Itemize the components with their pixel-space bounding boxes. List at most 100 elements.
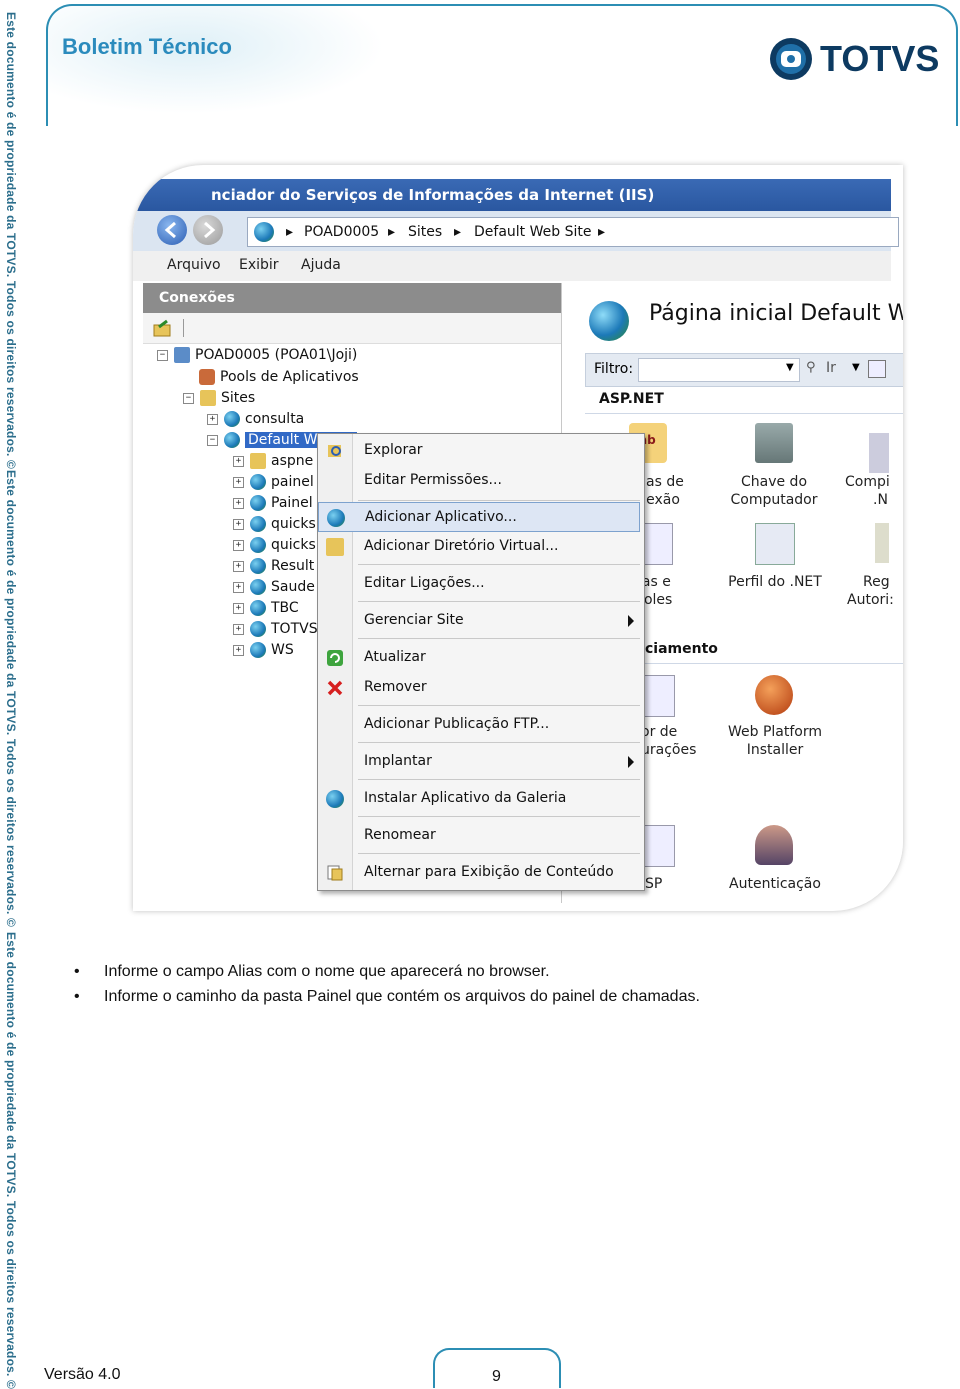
menu-item-gerenciar-site[interactable]: Gerenciar Site <box>318 606 638 636</box>
expand-icon[interactable]: + <box>233 539 244 551</box>
section-divider <box>645 663 903 664</box>
go-dropdown-icon[interactable]: ▼ <box>852 362 860 373</box>
menu-item-editar-ligacoes[interactable]: Editar Ligações... <box>318 569 638 599</box>
menu-item-label: Renomear <box>364 827 436 843</box>
tree-site-consulta[interactable]: + consulta <box>207 409 304 429</box>
breadcrumb-server[interactable]: POAD0005 <box>304 218 379 246</box>
feature-label: Installer <box>746 742 804 758</box>
menu-item-editar-permissoes[interactable]: Editar Permissões... <box>318 466 638 496</box>
tree-child[interactable]: + TBC <box>233 598 299 618</box>
breadcrumb-separator-icon: ▸ <box>598 224 606 240</box>
expand-icon[interactable]: + <box>233 476 244 488</box>
menu-ajuda[interactable]: Ajuda <box>301 257 341 273</box>
menu-item-remover[interactable]: Remover <box>318 673 638 703</box>
menu-item-adicionar-ftp[interactable]: Adicionar Publicação FTP... <box>318 710 638 740</box>
tree-child-label: WS <box>271 642 294 658</box>
show-all-icon[interactable] <box>868 360 886 378</box>
go-button[interactable]: Ir <box>826 360 836 376</box>
menu-item-alternar-conteudo[interactable]: Alternar para Exibição de Conteúdo <box>318 858 638 888</box>
section-divider <box>585 413 903 414</box>
instructions-list: Informe o campo Alias com o nome que apa… <box>70 962 700 1012</box>
menu-separator <box>358 638 640 639</box>
tree-child[interactable]: + aspne <box>233 451 313 471</box>
breadcrumb-sites[interactable]: Sites <box>408 218 442 246</box>
feature-config-editor[interactable]: or de urações <box>641 723 701 759</box>
tree-sites[interactable]: − Sites <box>183 388 255 408</box>
dropdown-arrow-icon[interactable]: ▼ <box>786 362 794 373</box>
side-watermark: Este documento é de propriedade da TOTVS… <box>4 470 18 928</box>
tree-child[interactable]: + Saude <box>233 577 315 597</box>
tree-child[interactable]: + Painel <box>233 493 313 513</box>
tree-child[interactable]: + quicks <box>233 535 316 555</box>
menu-bar: Arquivo Exibir Ajuda <box>133 251 891 281</box>
menu-exibir[interactable]: Exibir <box>239 257 279 273</box>
application-icon <box>250 642 266 658</box>
expand-icon[interactable]: + <box>233 518 244 530</box>
menu-item-instalar-galeria[interactable]: Instalar Aplicativo da Galeria <box>318 784 638 814</box>
back-button[interactable] <box>157 215 187 245</box>
compilation-icon[interactable] <box>869 433 889 473</box>
menu-item-adicionar-aplicativo[interactable]: Adicionar Aplicativo... <box>318 502 640 532</box>
totvs-logo: TOTVS <box>768 36 939 84</box>
filter-input[interactable] <box>638 358 800 382</box>
feature-machine-key[interactable]: Chave do Computador <box>719 473 829 509</box>
expand-icon[interactable]: + <box>233 602 244 614</box>
tree-app-pools[interactable]: Pools de Aplicativos <box>199 367 359 387</box>
authentication-icon[interactable] <box>755 825 793 865</box>
feature-asp[interactable]: SP <box>645 875 675 893</box>
globe-icon <box>254 222 274 242</box>
section-aspnet: ASP.NET <box>599 391 664 407</box>
tree-child[interactable]: + quicks <box>233 514 316 534</box>
menu-item-adicionar-diretorio-virtual[interactable]: Adicionar Diretório Virtual... <box>318 532 638 562</box>
feature-authentication[interactable]: Autenticação <box>715 875 835 893</box>
menu-item-implantar[interactable]: Implantar <box>318 747 638 777</box>
expand-icon[interactable]: + <box>233 581 244 593</box>
feature-web-platform-installer[interactable]: Web Platform Installer <box>715 723 835 759</box>
feature-label: Compi <box>845 474 890 490</box>
tree-child[interactable]: + Result <box>233 556 314 576</box>
side-watermark: Este documento é de propriedade da TOTVS… <box>4 12 18 470</box>
menu-item-explorar[interactable]: Explorar <box>318 436 638 466</box>
window-title: nciador do Serviços de Informações da In… <box>133 179 891 211</box>
feature-authorization-rules[interactable]: Reg Autori: <box>847 573 903 609</box>
expand-icon[interactable]: + <box>207 413 218 425</box>
tree-child[interactable]: + TOTVS <box>233 619 318 639</box>
collapse-icon[interactable]: − <box>207 434 218 446</box>
tree-child[interactable]: + painel <box>233 472 314 492</box>
navigation-bar: ▸ POAD0005 ▸ Sites ▸ Default Web Site ▸ <box>133 211 899 251</box>
net-profile-icon[interactable] <box>755 523 795 565</box>
address-bar[interactable]: ▸ POAD0005 ▸ Sites ▸ Default Web Site ▸ <box>247 217 899 247</box>
application-icon <box>250 474 266 490</box>
expand-icon[interactable]: + <box>233 560 244 572</box>
collapse-icon[interactable]: − <box>183 392 194 404</box>
sites-folder-icon <box>200 390 216 406</box>
expand-icon[interactable]: + <box>233 623 244 635</box>
menu-item-atualizar[interactable]: Atualizar <box>318 643 638 673</box>
expand-icon[interactable]: + <box>233 455 244 467</box>
expand-icon[interactable]: + <box>233 497 244 509</box>
connect-icon[interactable] <box>153 319 173 337</box>
feature-label: SP <box>645 876 663 892</box>
feature-compilation[interactable]: Compi .N <box>845 473 903 509</box>
menu-separator <box>358 853 640 854</box>
explore-icon <box>328 445 341 457</box>
authorization-rules-icon[interactable] <box>875 523 889 563</box>
tree-child[interactable]: + WS <box>233 640 294 660</box>
menu-item-renomear[interactable]: Renomear <box>318 821 638 851</box>
breadcrumb-site[interactable]: Default Web Site <box>474 218 591 246</box>
tree-child-label: Saude <box>271 579 315 595</box>
folder-icon <box>250 453 266 469</box>
feature-net-profile[interactable]: Perfil do .NET <box>715 573 835 591</box>
collapse-icon[interactable]: − <box>157 349 168 361</box>
web-platform-installer-icon[interactable] <box>755 675 793 715</box>
binoculars-icon[interactable]: ⚲ <box>806 360 816 375</box>
menu-item-label: Adicionar Diretório Virtual... <box>364 538 559 554</box>
menu-separator <box>358 705 640 706</box>
menu-arquivo[interactable]: Arquivo <box>167 257 221 273</box>
expand-icon[interactable]: + <box>233 644 244 656</box>
machine-key-icon[interactable] <box>755 423 793 463</box>
tree-server[interactable]: − POAD0005 (POA01\Joji) <box>157 345 357 365</box>
menu-item-label: Adicionar Aplicativo... <box>365 509 517 525</box>
submenu-arrow-icon <box>628 756 634 768</box>
forward-button[interactable] <box>193 215 223 245</box>
